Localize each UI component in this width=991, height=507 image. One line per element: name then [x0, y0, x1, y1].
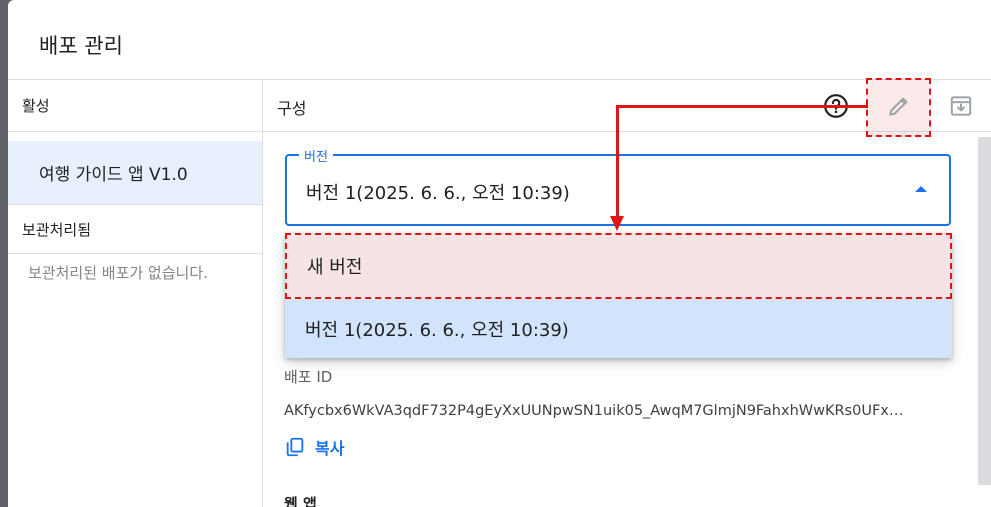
version-dropdown: 새 버전 버전 1(2025. 6. 6., 오전 10:39)	[285, 233, 952, 358]
deployment-id-value: AKfycbx6WkVA3qdF732P4gEyXxUUNpwSN1uik05_…	[284, 403, 904, 419]
archive-icon	[950, 96, 972, 116]
sidebar-divider	[8, 204, 262, 205]
annotation-arrow-vertical	[616, 105, 619, 219]
pencil-icon	[889, 97, 908, 116]
active-deployment-label: 여행 가이드 앱 V1.0	[39, 165, 188, 185]
active-divider	[8, 131, 262, 132]
header-divider	[8, 79, 991, 80]
version-select-label: 버전	[299, 146, 333, 165]
web-app-label: 웹 앱	[284, 495, 317, 507]
dropdown-option-version-1[interactable]: 버전 1(2025. 6. 6., 오전 10:39)	[285, 299, 952, 358]
scrollbar[interactable]	[978, 137, 991, 485]
dialog-title: 배포 관리	[39, 34, 123, 58]
copy-icon	[286, 437, 304, 457]
column-divider	[262, 79, 263, 507]
archive-button[interactable]	[943, 88, 979, 124]
active-section-label: 활성	[22, 97, 50, 115]
archived-empty-message: 보관처리된 배포가 없습니다.	[28, 264, 208, 282]
archived-section-label: 보관처리됨	[22, 221, 92, 239]
annotation-arrow-head	[610, 216, 624, 231]
edit-deployment-button[interactable]	[881, 88, 917, 124]
copy-button[interactable]: 복사	[284, 432, 344, 462]
copy-label: 복사	[315, 439, 345, 458]
archived-divider	[8, 253, 262, 254]
manage-deployments-dialog: 배포 관리 활성 여행 가이드 앱 V1.0 보관처리됨 보관처리된 배포가 없…	[8, 0, 991, 507]
caret-up-icon	[915, 186, 927, 192]
active-deployment-item[interactable]: 여행 가이드 앱 V1.0	[8, 141, 262, 204]
version-select-value: 버전 1(2025. 6. 6., 오전 10:39)	[306, 183, 570, 204]
config-label: 구성	[277, 99, 307, 118]
annotation-arrow-horizontal	[618, 105, 868, 108]
deployment-id-label: 배포 ID	[284, 368, 333, 386]
dropdown-option-new-version[interactable]: 새 버전	[285, 233, 952, 299]
